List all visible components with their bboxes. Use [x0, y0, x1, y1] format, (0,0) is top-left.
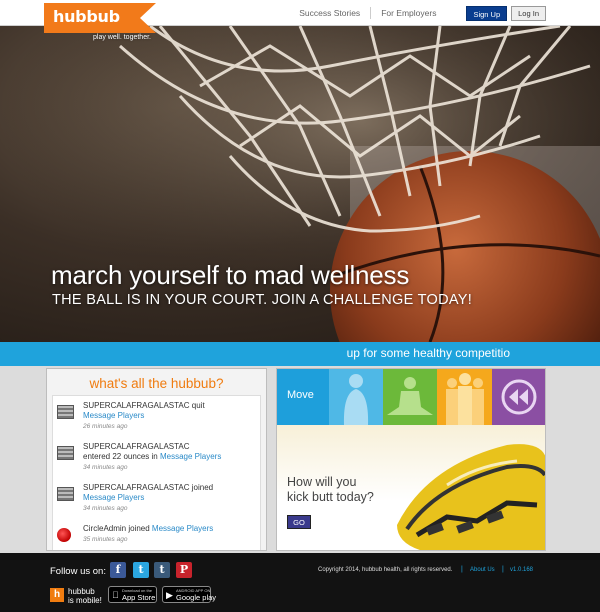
tile-team[interactable] [437, 369, 492, 425]
sign-up-button[interactable]: Sign Up [466, 5, 508, 21]
footer-separator: | [502, 566, 504, 573]
google-play-badge[interactable]: ▶ ANDROID APP ON Google play [162, 586, 216, 603]
user-avatar[interactable] [57, 528, 71, 542]
user-avatar[interactable] [57, 487, 74, 501]
follow-us-label: Follow us on: [50, 566, 106, 577]
meditation-icon [387, 377, 433, 415]
logo-text: hubbub [53, 7, 120, 26]
message-players-link[interactable]: Message Players [83, 493, 144, 502]
message-players-link[interactable]: Message Players [160, 452, 221, 461]
activity-feed: what's all the hubbub? SUPERCALAFRAGALAS… [46, 368, 267, 551]
feed-list[interactable]: SUPERCALAFRAGALASTAC quit Message Player… [52, 395, 261, 550]
feed-user[interactable]: SUPERCALAFRAGALASTAC [83, 442, 190, 451]
woman-silhouette-icon [343, 374, 369, 425]
rewind-icon [501, 379, 537, 415]
feed-action: joined [189, 483, 214, 492]
google-play-label: Google play [176, 593, 217, 602]
feed-action: joined [126, 524, 152, 533]
group-icon [446, 373, 484, 425]
top-nav: Success Stories For Employers Sign Up Lo… [289, 0, 600, 26]
hubbub-logo[interactable]: hubbub play well. together. [44, 3, 158, 43]
hero-image: march yourself to mad wellness THE BALL … [0, 26, 600, 342]
feed-user[interactable]: SUPERCALAFRAGALASTAC [83, 483, 190, 492]
go-button[interactable]: GO [287, 515, 311, 529]
feed-time: 35 minutes ago [83, 536, 128, 543]
content-area: what's all the hubbub? SUPERCALAFRAGALAS… [0, 366, 600, 553]
feed-item: SUPERCALAFRAGALASTAC joined Message Play… [53, 478, 260, 519]
footer-separator: | [461, 566, 463, 573]
feed-item: CircleAdmin joined Message Players 35 mi… [53, 519, 260, 550]
feed-time: 26 minutes ago [83, 423, 128, 430]
tile-previous[interactable] [492, 369, 545, 425]
version-text: v1.0.168 [510, 567, 534, 573]
log-in-button[interactable]: Log In [511, 5, 546, 21]
promo-question: How will you kick butt today? [287, 475, 374, 505]
feed-text: SUPERCALAFRAGALASTAC entered 22 ounces i… [83, 442, 256, 462]
feed-action: entered 22 ounces in [83, 452, 160, 461]
message-players-link[interactable]: Message Players [152, 524, 213, 533]
logo-tagline: play well. together. [93, 34, 151, 41]
google-play-icon: ▶ [166, 590, 173, 600]
feed-user[interactable]: SUPERCALAFRAGALASTAC [83, 401, 190, 410]
for-employers-link[interactable]: For Employers [371, 8, 446, 18]
tile-hydrate[interactable] [329, 369, 383, 425]
feed-action: quit [189, 401, 205, 410]
promo-body: How will you kick butt today? GO [277, 425, 545, 550]
apple-icon:  [112, 590, 119, 600]
user-avatar[interactable] [57, 446, 74, 460]
feed-text: SUPERCALAFRAGALASTAC quit Message Player… [83, 401, 256, 421]
mobile-line2: is mobile! [68, 596, 102, 605]
hubbub-mobile-icon: h [50, 588, 64, 602]
feed-text: SUPERCALAFRAGALASTAC joined Message Play… [83, 483, 256, 503]
mobile-text: hubbub is mobile! [68, 587, 102, 605]
user-avatar[interactable] [57, 405, 74, 419]
facebook-icon[interactable]: f [110, 562, 126, 578]
pinterest-icon[interactable]: P [176, 562, 192, 578]
tile-move-label: Move [287, 389, 314, 401]
footer: Follow us on: f t t P h hubbub is mobile… [0, 553, 600, 612]
app-store-label: App Store [122, 593, 156, 602]
feed-user[interactable]: CircleAdmin [83, 524, 126, 533]
promo-question-line2: kick butt today? [287, 490, 374, 504]
feed-text: CircleAdmin joined Message Players [83, 524, 256, 534]
challenge-tiles: Move [277, 369, 545, 425]
tile-move[interactable]: Move [277, 369, 329, 425]
move-promo[interactable]: Move How will you kick butt today? GO [276, 368, 546, 551]
banner-text: up for some healthy competitio [346, 346, 510, 360]
about-us-link[interactable]: About Us [470, 567, 495, 573]
mobile-line1: hubbub [68, 587, 95, 596]
hero-title: march yourself to mad wellness [51, 260, 410, 290]
feed-item: SUPERCALAFRAGALASTAC quit Message Player… [53, 396, 260, 437]
feed-time: 34 minutes ago [83, 505, 128, 512]
sneaker-illustration [397, 444, 545, 550]
feed-time: 34 minutes ago [83, 464, 128, 471]
twitter-icon[interactable]: t [133, 562, 149, 578]
feed-item: SUPERCALAFRAGALASTAC entered 22 ounces i… [53, 437, 260, 478]
promo-banner: up for some healthy competitio [0, 342, 600, 366]
app-store-badge[interactable]:  Download on the App Store [108, 586, 157, 603]
message-players-link[interactable]: Message Players [83, 411, 144, 420]
success-stories-link[interactable]: Success Stories [289, 8, 370, 18]
hero-subtitle: THE BALL IS IN YOUR COURT. JOIN A CHALLE… [52, 292, 473, 308]
copyright-text: Copyright 2014, hubbub health, all right… [318, 567, 453, 573]
promo-question-line1: How will you [287, 475, 357, 489]
tile-mind[interactable] [383, 369, 437, 425]
tumblr-icon[interactable]: t [154, 562, 170, 578]
feed-title: what's all the hubbub? [89, 376, 224, 391]
